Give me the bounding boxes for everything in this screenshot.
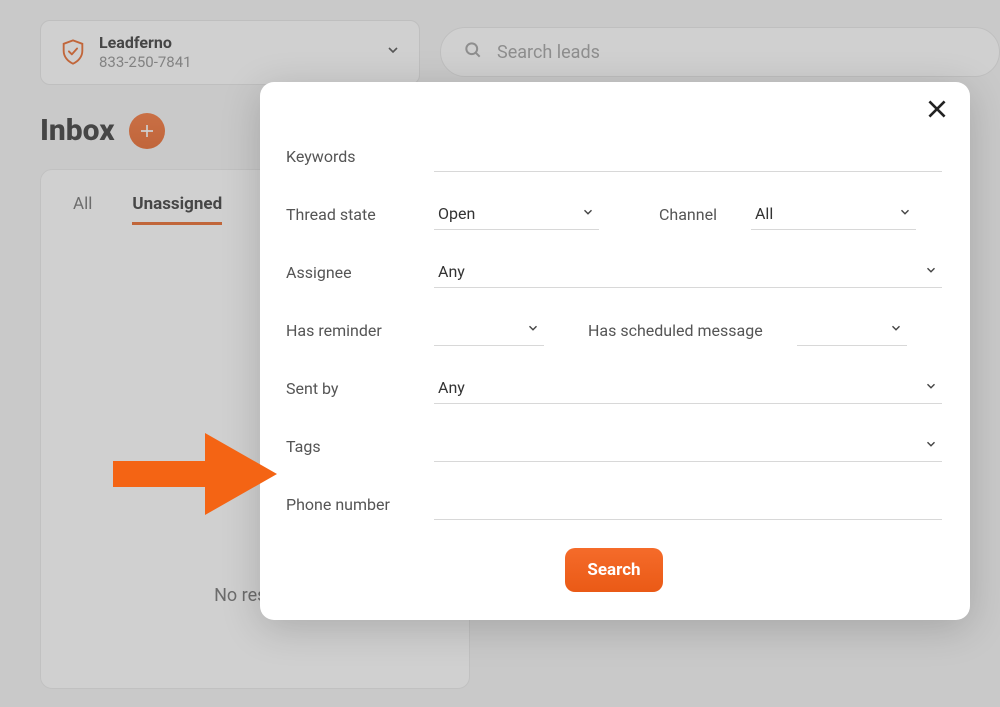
search-button[interactable]: Search	[565, 548, 662, 592]
tags-select[interactable]	[434, 430, 942, 462]
row-keywords: Keywords	[286, 140, 942, 172]
row-assignee: Assignee Any	[286, 256, 942, 288]
chevron-down-icon	[526, 320, 540, 339]
chevron-down-icon	[581, 204, 595, 223]
channel-value: All	[755, 204, 773, 223]
has-scheduled-select[interactable]	[797, 314, 907, 346]
sent-by-select[interactable]: Any	[434, 372, 942, 404]
label-sent-by: Sent by	[286, 379, 414, 398]
chevron-down-icon	[924, 436, 938, 455]
label-tags: Tags	[286, 437, 414, 456]
has-reminder-select[interactable]	[434, 314, 544, 346]
row-thread-channel: Thread state Open Channel All	[286, 198, 942, 230]
label-thread-state: Thread state	[286, 205, 414, 224]
chevron-down-icon	[898, 204, 912, 223]
row-tags: Tags	[286, 430, 942, 462]
channel-select[interactable]: All	[751, 198, 916, 230]
row-sent-by: Sent by Any	[286, 372, 942, 404]
label-has-reminder: Has reminder	[286, 321, 414, 340]
chevron-down-icon	[924, 378, 938, 397]
chevron-down-icon	[924, 262, 938, 281]
thread-state-select[interactable]: Open	[434, 198, 599, 230]
label-keywords: Keywords	[286, 147, 414, 166]
label-assignee: Assignee	[286, 263, 414, 282]
label-phone: Phone number	[286, 495, 414, 514]
filter-form: Keywords Thread state Open Channel All A…	[286, 140, 942, 520]
close-button[interactable]	[924, 96, 950, 126]
assignee-value: Any	[438, 262, 465, 281]
row-reminder-scheduled: Has reminder Has scheduled message	[286, 314, 942, 346]
thread-state-value: Open	[438, 204, 475, 223]
sent-by-value: Any	[438, 378, 465, 397]
chevron-down-icon	[889, 320, 903, 339]
search-filter-modal: Keywords Thread state Open Channel All A…	[260, 82, 970, 620]
label-has-scheduled: Has scheduled message	[588, 321, 763, 340]
keywords-field[interactable]	[434, 140, 942, 172]
assignee-select[interactable]: Any	[434, 256, 942, 288]
label-channel: Channel	[659, 205, 717, 224]
phone-field[interactable]	[434, 488, 942, 520]
row-phone: Phone number	[286, 488, 942, 520]
